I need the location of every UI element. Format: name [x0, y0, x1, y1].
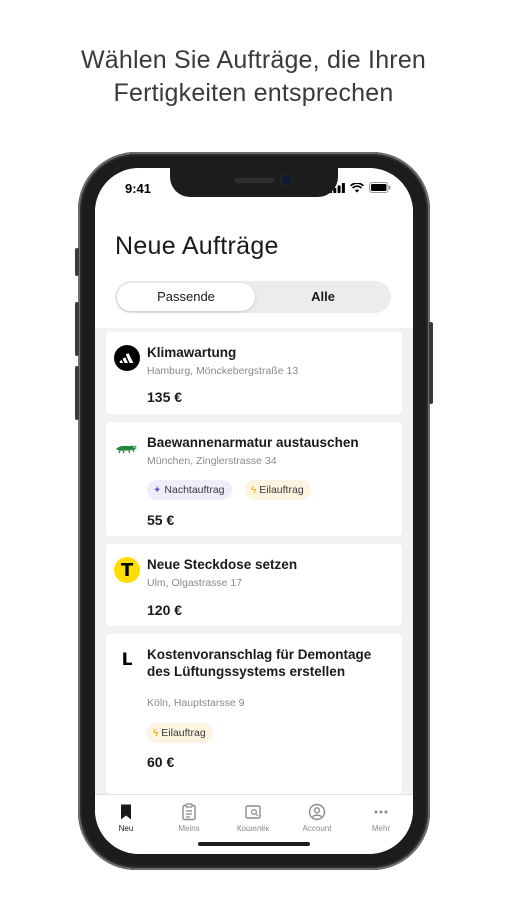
- job-card[interactable]: L Kostenvoranschlag für Demontage des Lü…: [106, 634, 402, 794]
- tab-meins[interactable]: Meins: [158, 803, 220, 833]
- page-title: Neue Aufträge: [115, 232, 279, 260]
- sparkle-icon: ✦: [153, 485, 162, 496]
- phone-screen: 9:41 Neue Aufträge Passende Alle Klimawa…: [95, 168, 413, 854]
- volume-down-button: [75, 366, 79, 420]
- mute-switch: [75, 248, 79, 276]
- job-title: Kostenvoranschlag für Demontage des Lüft…: [147, 647, 372, 679]
- segment-alle[interactable]: Alle: [257, 283, 389, 311]
- speaker-grille: [234, 178, 274, 183]
- home-indicator: [198, 842, 310, 846]
- job-title: Baewannenarmatur austauschen: [147, 435, 359, 450]
- tab-account[interactable]: Account: [286, 803, 348, 833]
- job-card[interactable]: Klimawartung Hamburg, Mönckebergstraße 1…: [106, 332, 402, 414]
- tab-mehr[interactable]: Mehr: [350, 803, 412, 833]
- screen-header: Neue Aufträge Passende Alle: [95, 208, 413, 328]
- job-title: Neue Steckdose setzen: [147, 557, 298, 572]
- status-time: 9:41: [125, 181, 152, 196]
- job-price: 60 €: [147, 754, 175, 770]
- headline: Wählen Sie Aufträge, die Ihren Fertigkei…: [0, 44, 507, 110]
- job-price: 135 €: [147, 389, 183, 405]
- job-address: München, Zinglerstrasse 34: [147, 455, 277, 467]
- user-circle-icon: [308, 803, 326, 821]
- job-price: 55 €: [147, 512, 175, 528]
- job-price: 120 €: [147, 602, 183, 618]
- job-card[interactable]: Baewannenarmatur austauschen München, Zi…: [106, 422, 402, 536]
- tag-eilauftrag: ϟ Eilauftrag: [245, 480, 311, 500]
- clipboard-icon: [182, 803, 196, 821]
- phone-frame: 9:41 Neue Aufträge Passende Alle Klimawa…: [75, 152, 433, 870]
- job-card[interactable]: T Neue Steckdose setzen Ulm, Olgastrasse…: [106, 544, 402, 626]
- t-logo-icon: T: [114, 557, 140, 583]
- notch: [170, 168, 338, 197]
- tab-neu[interactable]: Neu: [95, 803, 157, 833]
- volume-up-button: [75, 302, 79, 356]
- job-address: Köln, Hauptstarsse 9: [147, 697, 245, 709]
- status-icons: [329, 182, 391, 193]
- lightning-icon: ϟ: [153, 728, 159, 739]
- job-title: Klimawartung: [147, 345, 237, 360]
- wifi-icon: [350, 182, 364, 193]
- tab-wallet[interactable]: Кошелёк: [222, 803, 284, 833]
- headline-line-2: Fertigkeiten entsprechen: [113, 79, 394, 107]
- front-camera-icon: [282, 175, 292, 185]
- headline-line-1: Wählen Sie Aufträge, die Ihren: [80, 46, 427, 74]
- lightning-icon: ϟ: [251, 485, 257, 496]
- segment-passende[interactable]: Passende: [117, 283, 255, 311]
- job-address: Ulm, Olgastrasse 17: [147, 577, 243, 589]
- filter-segmented-control: Passende Alle: [115, 281, 391, 313]
- crocodile-logo-icon: [114, 435, 140, 461]
- tag-nachtauftrag: ✦ Nachtauftrag: [147, 480, 232, 500]
- power-button: [429, 322, 433, 404]
- adidas-logo-icon: [114, 345, 140, 371]
- wallet-icon: [245, 805, 261, 819]
- tag-eilauftrag: ϟ Eilauftrag: [147, 723, 213, 743]
- more-dots-icon: [374, 810, 388, 814]
- battery-icon: [369, 182, 391, 193]
- job-address: Hamburg, Mönckebergstraße 13: [147, 365, 299, 377]
- bookmark-icon: [121, 804, 131, 820]
- l-logo-icon: L: [114, 647, 140, 673]
